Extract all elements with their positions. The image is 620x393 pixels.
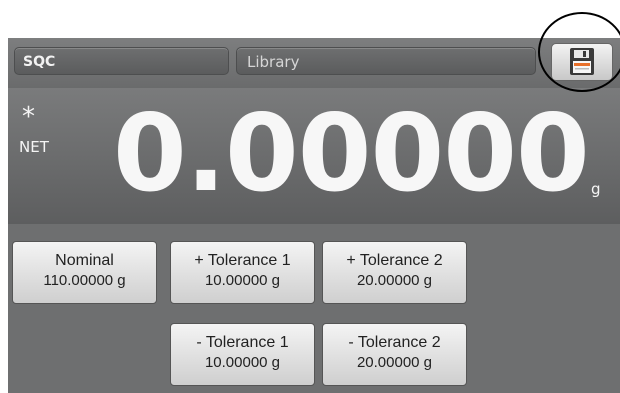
plus-tolerance-1-button[interactable]: + Tolerance 1 10.00000 g <box>170 241 315 304</box>
balance-screen: SQC Library * NET 0.00000 g Nominal 110.… <box>8 38 620 393</box>
minus-tolerance-2-value: 20.00000 g <box>356 354 433 371</box>
library-tab[interactable]: Library <box>236 47 536 75</box>
weight-reading: 0.00000 <box>113 92 590 215</box>
nominal-label: Nominal <box>55 252 114 269</box>
plus-tolerance-2-button[interactable]: + Tolerance 2 20.00000 g <box>322 241 467 304</box>
nominal-button[interactable]: Nominal 110.00000 g <box>12 241 157 304</box>
stable-indicator: * <box>22 102 35 132</box>
minus-tolerance-2-button[interactable]: - Tolerance 2 20.00000 g <box>322 323 467 386</box>
minus-tolerance-1-value: 10.00000 g <box>204 354 281 371</box>
parameter-area: Nominal 110.00000 g + Tolerance 1 10.000… <box>8 224 620 393</box>
minus-tolerance-2-label: - Tolerance 2 <box>348 334 441 351</box>
net-mode-label: NET <box>19 138 49 156</box>
plus-tolerance-2-label: + Tolerance 2 <box>346 252 443 269</box>
application-tab[interactable]: SQC <box>14 47 229 75</box>
plus-tolerance-2-value: 20.00000 g <box>356 272 433 289</box>
nominal-value: 110.00000 g <box>43 272 126 289</box>
minus-tolerance-1-label: - Tolerance 1 <box>196 334 289 351</box>
top-bar: SQC Library <box>8 38 620 88</box>
plus-tolerance-1-value: 10.00000 g <box>204 272 281 289</box>
plus-tolerance-1-label: + Tolerance 1 <box>194 252 291 269</box>
weight-display: * NET 0.00000 g <box>8 88 620 224</box>
highlight-circle <box>538 12 620 92</box>
minus-tolerance-1-button[interactable]: - Tolerance 1 10.00000 g <box>170 323 315 386</box>
weight-unit: g <box>591 180 601 198</box>
